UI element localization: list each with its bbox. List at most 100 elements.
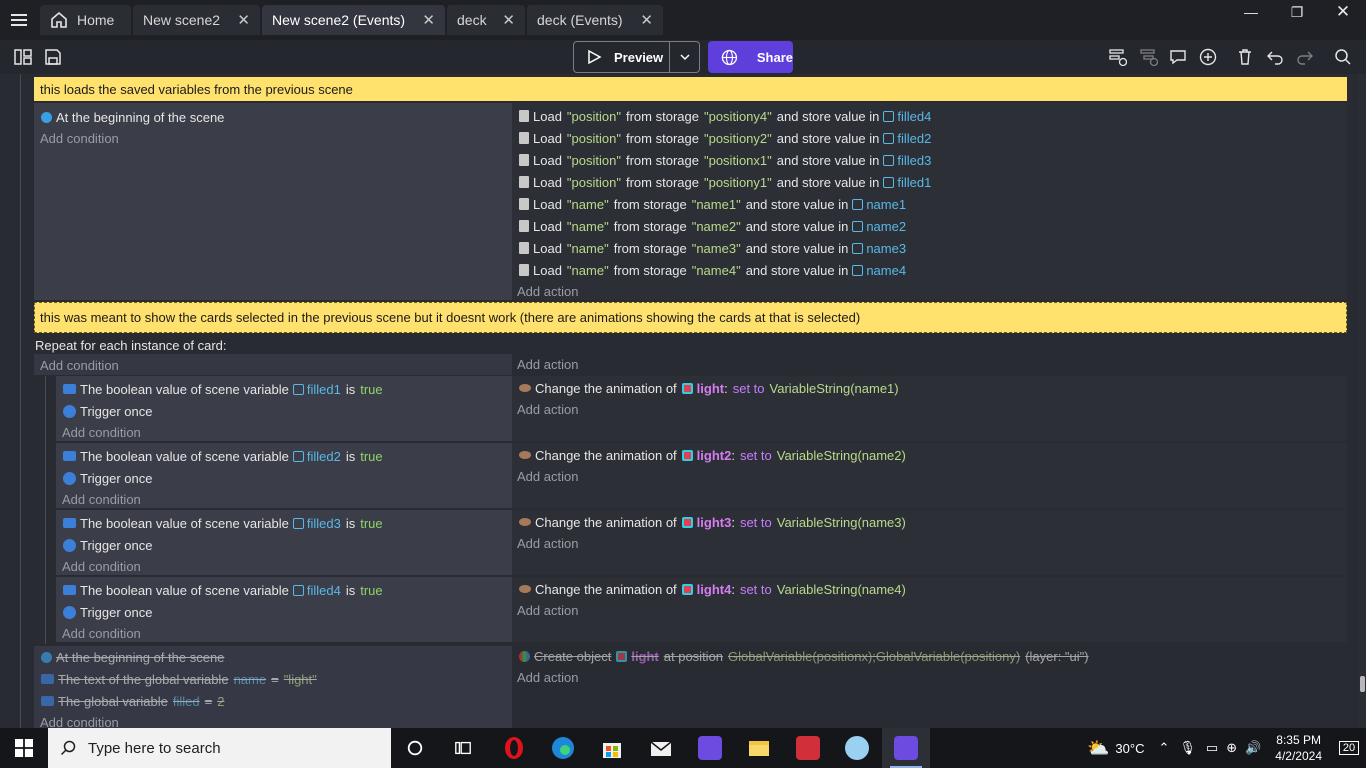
add-action-link[interactable]: Add action [517, 399, 578, 419]
add-subevent-icon[interactable] [1139, 47, 1159, 67]
opera-icon[interactable] [490, 728, 538, 768]
tab-deck-events[interactable]: deck (Events) ✕ [527, 5, 663, 35]
close-icon[interactable]: ✕ [237, 11, 250, 29]
condition-row[interactable]: At the beginning of the scene [41, 647, 224, 667]
tab-new-scene2[interactable]: New scene2 ✕ [133, 5, 260, 35]
action-row[interactable]: Load "position" from storage "positiony4" an… [519, 106, 931, 126]
condition-row[interactable]: Trigger once [63, 602, 153, 622]
windows-start-icon[interactable] [0, 728, 48, 768]
condition-row[interactable]: The boolean value of scene variable fille… [63, 446, 383, 466]
scene-icon [41, 651, 52, 663]
taskbar-search[interactable]: Type here to search [48, 728, 391, 768]
gdevelop-icon[interactable] [686, 728, 734, 768]
task-view-icon[interactable] [439, 728, 487, 768]
add-event-icon[interactable] [1108, 47, 1128, 67]
gdevelop-active-icon[interactable] [882, 728, 930, 768]
search-icon[interactable] [1333, 47, 1353, 67]
action-row[interactable]: Change the animation of light: set to Varia… [519, 378, 899, 398]
game-app-icon[interactable] [784, 728, 832, 768]
add-condition-link[interactable]: Add condition [62, 422, 141, 442]
is-word: is [345, 582, 356, 598]
add-condition-link[interactable]: Add condition [40, 355, 119, 375]
tab-deck[interactable]: deck ✕ [447, 5, 525, 35]
chevron-up-icon[interactable]: ⌃ [1158, 740, 1169, 756]
condition-row[interactable]: The boolean value of scene variable fille… [63, 580, 383, 600]
notification-icon[interactable]: 20 [1332, 741, 1366, 755]
condition-row[interactable]: At the beginning of the scene [41, 107, 224, 127]
preview-button[interactable]: Preview [573, 41, 700, 73]
close-icon[interactable]: ✕ [502, 11, 515, 29]
object-icon [681, 449, 693, 461]
preview-main[interactable]: Preview [574, 42, 670, 72]
scrollbar-thumb[interactable] [1360, 676, 1365, 692]
network-icon[interactable]: ⊕ [1226, 740, 1237, 756]
action-row[interactable]: Load "position" from storage "positiony2" an… [519, 128, 931, 148]
controller-app-icon[interactable] [833, 728, 881, 768]
condition-row[interactable]: Trigger once [63, 401, 153, 421]
share-button[interactable]: Share [708, 41, 793, 73]
comment[interactable]: this was meant to show the cards selecte… [34, 302, 1347, 333]
condition-row[interactable]: The text of the global variable name = "… [41, 669, 317, 689]
mail-icon[interactable] [637, 728, 685, 768]
condition-row[interactable]: The global variable filled = 2 [41, 691, 224, 711]
add-condition-link[interactable]: Add condition [40, 128, 119, 148]
add-condition-link[interactable]: Add condition [62, 556, 141, 576]
close-icon[interactable]: ✕ [422, 11, 435, 29]
condition-row[interactable]: Trigger once [63, 535, 153, 555]
add-action-link[interactable]: Add action [517, 600, 578, 620]
tab-label: Home [77, 12, 115, 28]
minimize-icon[interactable]: — [1228, 0, 1274, 24]
undo-icon[interactable] [1265, 47, 1285, 67]
add-action-link[interactable]: Add action [517, 354, 578, 374]
condition-row[interactable]: The boolean value of scene variable fille… [63, 513, 383, 533]
add-condition-link[interactable]: Add condition [62, 489, 141, 509]
save-icon[interactable] [43, 47, 63, 67]
redo-icon[interactable] [1295, 47, 1315, 67]
close-icon[interactable]: ✕ [640, 11, 653, 29]
vertical-scrollbar[interactable] [1358, 74, 1366, 728]
close-window-icon[interactable]: ✕ [1320, 0, 1366, 24]
microphone-icon[interactable]: 🎙 [1179, 740, 1196, 756]
action-word: and store value in [776, 108, 880, 124]
action-row[interactable]: Change the animation of light4: set to Vari… [519, 579, 906, 599]
action-row[interactable]: Load "name" from storage "name3" and store v… [519, 238, 906, 258]
add-action-link[interactable]: Add action [517, 533, 578, 553]
volume-icon[interactable]: 🔊 [1245, 740, 1261, 756]
edge-icon[interactable] [539, 728, 587, 768]
restore-icon[interactable]: ❐ [1274, 0, 1320, 24]
chevron-down-icon[interactable] [670, 51, 699, 63]
action-word: and store value in [745, 262, 849, 278]
condition-row[interactable]: Trigger once [63, 468, 153, 488]
cortana-icon[interactable] [391, 728, 439, 768]
action-row[interactable]: Load "position" from storage "positiony1" an… [519, 172, 931, 192]
action-row[interactable]: Load "name" from storage "name2" and store v… [519, 216, 906, 236]
add-action-link[interactable]: Add action [517, 281, 578, 301]
temperature[interactable]: 30°C [1115, 741, 1144, 756]
animation-icon [519, 384, 531, 392]
condition-row[interactable]: The boolean value of scene variable fille… [63, 379, 383, 399]
add-condition-link[interactable]: Add condition [62, 623, 141, 643]
panels-icon[interactable] [13, 47, 33, 67]
action-row[interactable]: Change the animation of light3: set to Vari… [519, 512, 906, 532]
action-row[interactable]: Create object light at position GlobalVa… [519, 646, 1089, 666]
add-action-link[interactable]: Add action [517, 667, 578, 687]
add-action-link[interactable]: Add action [517, 466, 578, 486]
repeat-header[interactable]: Repeat for each instance of card: [35, 335, 227, 355]
add-condition-link[interactable]: Add condition [40, 712, 119, 729]
weather-icon[interactable]: ⛅ [1087, 738, 1109, 759]
action-row[interactable]: Load "position" from storage "positionx1" an… [519, 150, 931, 170]
comment-icon[interactable] [1168, 47, 1188, 67]
action-row[interactable]: Change the animation of light2: set to Vari… [519, 445, 906, 465]
clock[interactable]: 8:35 PM 4/2/2024 [1275, 732, 1322, 764]
file-explorer-icon[interactable] [735, 728, 783, 768]
add-icon[interactable] [1198, 47, 1218, 67]
battery-icon[interactable]: ▭ [1206, 740, 1218, 756]
store-icon[interactable] [588, 728, 636, 768]
action-row[interactable]: Load "name" from storage "name1" and store v… [519, 194, 906, 214]
action-row[interactable]: Load "name" from storage "name4" and store v… [519, 260, 906, 280]
tab-new-scene2-events[interactable]: New scene2 (Events) ✕ [262, 5, 445, 35]
menu-icon[interactable] [0, 0, 38, 40]
delete-icon[interactable] [1235, 47, 1255, 67]
tab-home[interactable]: Home [40, 5, 131, 35]
comment[interactable]: this loads the saved variables from the … [34, 77, 1347, 101]
